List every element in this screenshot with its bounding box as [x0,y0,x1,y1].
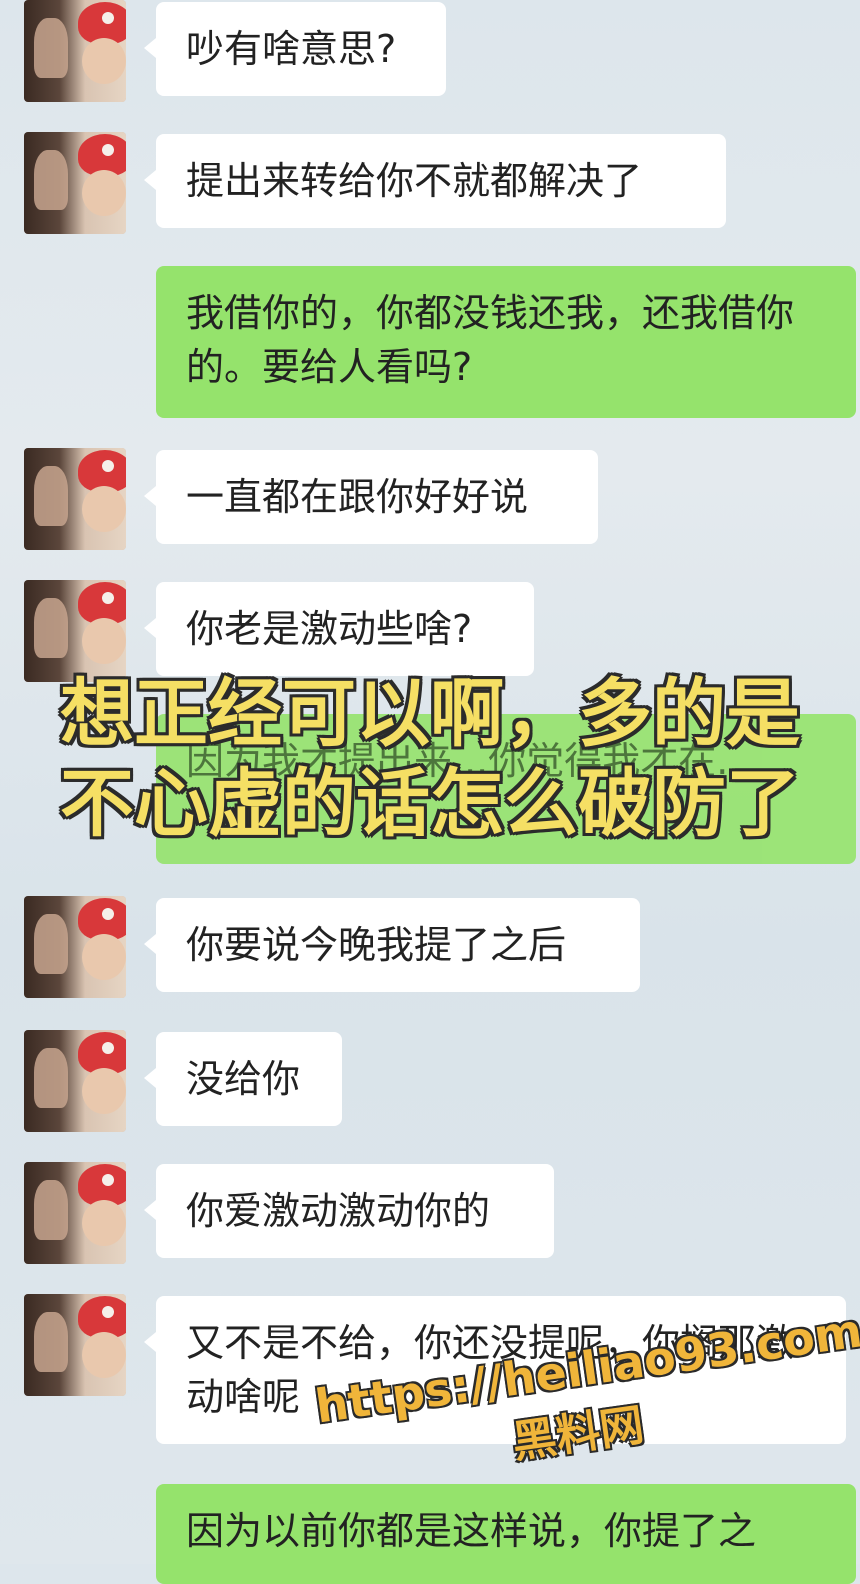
overlay-caption-line-1: 想正经可以啊，多的是 [60,671,800,757]
outgoing-message-bubble[interactable]: 我借你的，你都没钱还我，还我借你的。要给人看吗? [156,266,856,418]
contact-avatar[interactable] [24,1162,126,1264]
contact-avatar[interactable] [24,896,126,998]
contact-avatar[interactable] [24,1294,126,1396]
incoming-message-bubble[interactable]: 一直都在跟你好好说 [144,450,598,544]
incoming-message-bubble[interactable]: 吵有啥意思? [144,2,446,96]
contact-avatar[interactable] [24,132,126,234]
outgoing-message-bubble[interactable]: 因为以前你都是这样说，你提了之 [156,1484,856,1584]
contact-avatar[interactable] [24,0,126,102]
incoming-message-bubble[interactable]: 你老是激动些啥? [144,582,534,676]
contact-avatar[interactable] [24,580,126,682]
overlay-caption-line-2: 不心虚的话怎么破防了 [60,761,800,847]
incoming-message-bubble[interactable]: 你要说今晚我提了之后 [144,898,640,992]
incoming-message-bubble[interactable]: 没给你 [144,1032,342,1126]
incoming-message-bubble[interactable]: 你爱激动激动你的 [144,1164,554,1258]
incoming-message-bubble[interactable]: 提出来转给你不就都解决了 [144,134,726,228]
contact-avatar[interactable] [24,448,126,550]
contact-avatar[interactable] [24,1030,126,1132]
